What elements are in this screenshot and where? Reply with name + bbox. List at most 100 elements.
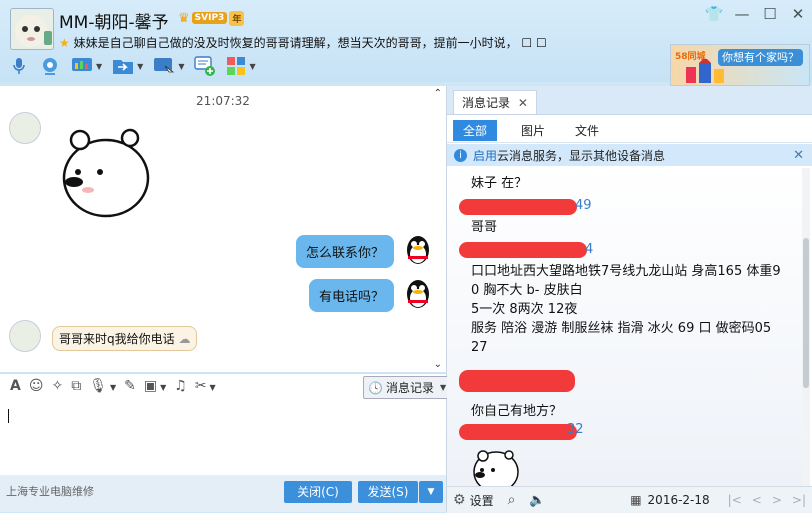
history-scrollbar[interactable]: [802, 168, 810, 486]
vip-crown-icon: ♛: [178, 10, 190, 26]
file-transfer-icon: [113, 60, 134, 74]
contact-name[interactable]: MM-朝阳-馨予: [59, 8, 169, 33]
history-line: 妹子 在？: [471, 176, 528, 191]
search-icon[interactable]: ⌕: [508, 492, 516, 508]
screen-share-icon: [72, 58, 92, 71]
history-line: 5一次 8两次 12夜: [471, 302, 578, 317]
vip-level: SVIP3: [191, 12, 228, 24]
filter-images[interactable]: 图片: [511, 120, 555, 141]
chat-window-header: MM-朝阳-馨予 ♛ SVIP3 年 ★ 妹妹是自己聊自己做的没及时恢复的哥哥请…: [0, 0, 812, 86]
tab-label: 消息记录: [462, 96, 511, 110]
message-text: 哥哥来时q我给你电话: [59, 332, 175, 346]
send-button[interactable]: 发送(S): [358, 481, 418, 503]
penguin-avatar[interactable]: [402, 276, 434, 313]
tab-message-history[interactable]: 消息记录 ✕: [453, 90, 537, 114]
message-history-panel: 消息记录 ✕ 全部 图片 文件 i 启用 云消息服务，显示其他设备消息 ✕ 妹子…: [447, 86, 812, 513]
signature-text: 妹妹是自己聊自己做的没及时恢复的哥哥请理解，想当天次的哥哥，提前一小时说，: [73, 36, 522, 50]
screen-share-button[interactable]: ▼: [68, 54, 105, 78]
contact-avatar[interactable]: [9, 112, 41, 144]
contact-signature: ★ 妹妹是自己聊自己做的没及时恢复的哥哥请理解，想当天次的哥哥，提前一小时说， …: [59, 34, 547, 51]
history-timestamp: 4: [585, 242, 594, 257]
contact-avatar[interactable]: [9, 320, 41, 352]
chevron-down-icon[interactable]: ▼: [137, 62, 143, 71]
window-controls: 👕 — ☐ ✕: [700, 0, 812, 28]
history-line: 服务 陪浴 漫游 制服丝袜 指滑 冰火 69 口 做密码05: [471, 321, 772, 336]
chevron-down-icon: ▼: [439, 383, 447, 392]
calendar-icon[interactable]: ▦: [630, 493, 641, 507]
history-date[interactable]: 2016-2-18: [648, 493, 710, 507]
edit-icon[interactable]: ✎: [124, 378, 136, 394]
message-timestamp: 21:07:32: [196, 94, 250, 108]
polar-bear-sticker[interactable]: [58, 126, 154, 220]
filter-all[interactable]: 全部: [453, 120, 498, 141]
clock-icon: 🕓: [368, 380, 383, 395]
penguin-avatar[interactable]: [402, 232, 434, 269]
emoji-placeholder: ☐ ☐: [521, 36, 547, 50]
history-button-label: 消息记录: [385, 381, 434, 395]
redaction-scribble: [459, 424, 577, 440]
enable-cloud-link[interactable]: 启用: [473, 147, 497, 164]
image-icon[interactable]: ▣ ▼: [144, 378, 166, 394]
voice-call-button[interactable]: [6, 54, 32, 78]
history-timestamp: 32: [567, 422, 584, 437]
filter-files[interactable]: 文件: [565, 120, 609, 141]
input-bottom-bar: 上海专业电脑维修 关闭(C) 发送(S) ▼: [0, 475, 447, 512]
next-page-icon[interactable]: >: [772, 493, 782, 507]
chat-toolbar: ▼ ▼ ▼ ▼: [6, 54, 259, 78]
emoji-icon[interactable]: ☺: [29, 378, 44, 394]
vip-badge: ♛ SVIP3 年: [178, 10, 245, 26]
voice-message-icon[interactable]: 🎙 ▼: [89, 378, 116, 394]
settings-label[interactable]: 设置: [470, 492, 494, 509]
screenshot-scissors-icon[interactable]: ✂ ▼: [195, 378, 216, 394]
create-group-button[interactable]: [191, 54, 219, 78]
maximize-button[interactable]: ☐: [756, 0, 784, 28]
remote-desktop-button[interactable]: ▼: [150, 54, 187, 78]
last-page-icon[interactable]: >|: [792, 493, 806, 507]
video-call-icon: [43, 58, 57, 75]
chevron-down-icon[interactable]: ▼: [249, 62, 255, 71]
message-bubble[interactable]: 有电话吗？: [308, 279, 394, 312]
message-history-button[interactable]: 🕓 消息记录 ▼: [363, 376, 452, 399]
apps-grid-icon: [227, 57, 246, 75]
magic-wand-icon[interactable]: ✧: [51, 378, 63, 394]
chevron-down-icon[interactable]: ▼: [178, 62, 184, 71]
file-transfer-button[interactable]: ▼: [109, 54, 146, 78]
skin-icon[interactable]: 👕: [700, 0, 728, 28]
apps-button[interactable]: ▼: [223, 54, 258, 78]
cloud-message-notice: i 启用 云消息服务，显示其他设备消息 ✕: [447, 144, 812, 166]
music-icon[interactable]: ♫: [174, 378, 187, 394]
notice-text: 云消息服务，显示其他设备消息: [497, 148, 666, 163]
scrollbar-thumb[interactable]: [803, 238, 809, 388]
video-call-button[interactable]: [36, 54, 64, 78]
input-tools: A ☺ ✧ ⧉ 🎙 ▼ ✎ ▣ ▼ ♫ ✂ ▼: [10, 378, 216, 394]
history-bottom-bar: ⚙ 设置 ⌕ 🔈 ▦ 2016-2-18 |< < > >|: [447, 486, 812, 513]
speaker-icon[interactable]: 🔈: [529, 493, 545, 508]
message-area[interactable]: ⌃ 21:07:32 怎么联系你？ 有电话吗？ 哥哥来时q我给你电话 ☁ ⌄: [0, 86, 447, 372]
redaction-scribble: [459, 199, 577, 215]
footer-ad-link[interactable]: 上海专业电脑维修: [6, 483, 94, 499]
shake-window-icon[interactable]: ⧉: [71, 378, 81, 394]
close-window-button[interactable]: ✕: [784, 0, 812, 28]
advertisement-banner[interactable]: 58同城 你想有个家吗？: [670, 44, 810, 86]
message-bubble[interactable]: 哥哥来时q我给你电话 ☁: [52, 326, 198, 351]
vip-year: 年: [229, 10, 245, 26]
history-timestamp: 49: [575, 198, 592, 213]
collapse-down-icon[interactable]: ⌄: [434, 359, 442, 370]
star-icon: ★: [59, 36, 70, 50]
message-bubble[interactable]: 怎么联系你？: [295, 235, 394, 268]
gear-icon[interactable]: ⚙: [453, 492, 466, 508]
send-options-dropdown[interactable]: ▼: [419, 481, 443, 503]
history-message-list[interactable]: 妹子 在？ 49 哥哥 4 口口地址西大望路地铁7号线九龙山站 身高165 体重…: [447, 168, 802, 486]
contact-avatar[interactable]: [10, 8, 54, 50]
first-page-icon[interactable]: |<: [728, 493, 742, 507]
font-icon[interactable]: A: [10, 378, 21, 394]
chevron-down-icon[interactable]: ▼: [96, 62, 102, 71]
close-notice-icon[interactable]: ✕: [793, 148, 804, 163]
close-chat-button[interactable]: 关闭(C): [284, 481, 352, 503]
polar-bear-sticker-thumbnail[interactable]: [471, 446, 521, 486]
previous-page-icon[interactable]: <: [752, 493, 762, 507]
close-tab-icon[interactable]: ✕: [518, 96, 528, 110]
minimize-button[interactable]: —: [728, 0, 756, 28]
history-tab-bar: 消息记录 ✕: [447, 86, 812, 115]
message-input[interactable]: [0, 401, 447, 475]
